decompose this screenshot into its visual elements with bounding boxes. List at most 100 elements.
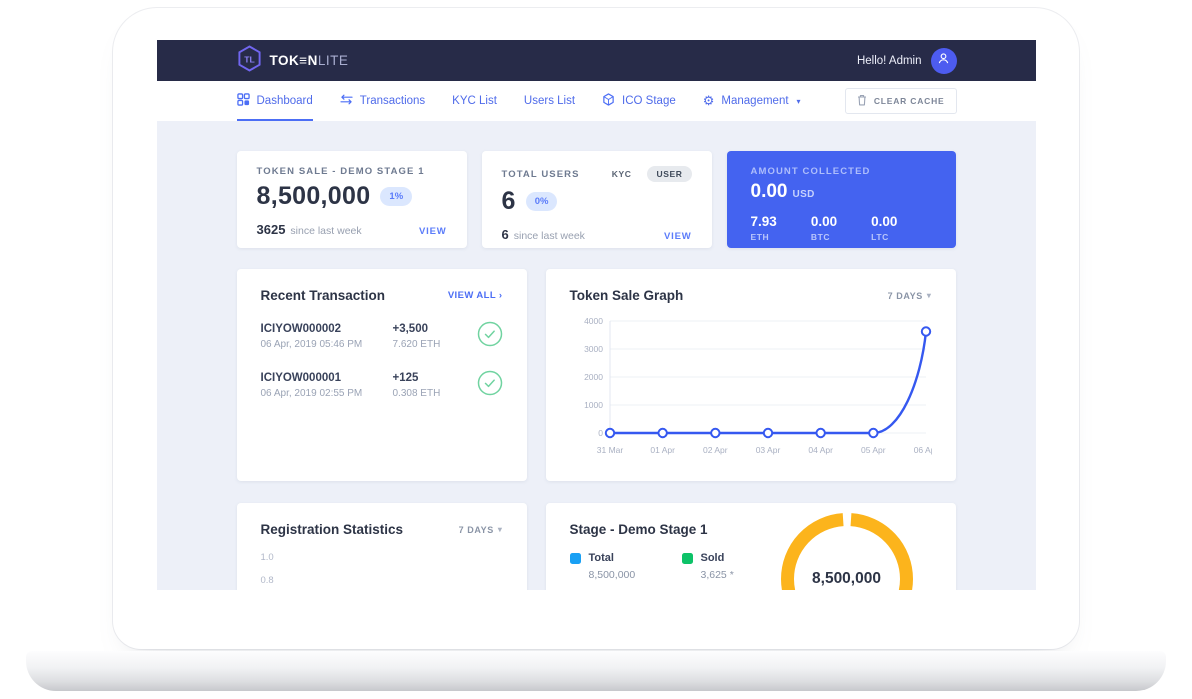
greeting-text: Hello! Admin bbox=[857, 55, 922, 67]
nav-item-kyc-list[interactable]: KYC List bbox=[452, 81, 497, 121]
brand-name-light: LITE bbox=[318, 53, 349, 68]
nav-item-transactions[interactable]: Transactions bbox=[340, 81, 425, 121]
dashboard-content: TOKEN SALE - DEMO STAGE 1 8,500,000 1% 3… bbox=[157, 121, 1036, 590]
token-sale-graph-card: Token Sale Graph 7 DAYS▾ 010002000300040… bbox=[546, 269, 956, 481]
total-users-view-link[interactable]: VIEW bbox=[664, 231, 691, 242]
view-all-link[interactable]: VIEW ALL › bbox=[448, 290, 503, 301]
chevron-down-icon: ▾ bbox=[927, 291, 932, 300]
grid-icon bbox=[237, 93, 250, 109]
check-circle-icon bbox=[477, 321, 503, 352]
svg-text:4000: 4000 bbox=[584, 316, 603, 326]
currency-btc: 0.00 BTC bbox=[811, 214, 871, 242]
amount-collected-value: 0.00 bbox=[751, 181, 788, 203]
nav-label: Management bbox=[721, 95, 788, 107]
nav-item-dashboard[interactable]: Dashboard bbox=[237, 81, 313, 121]
legend-swatch bbox=[682, 553, 693, 564]
legend-swatch bbox=[570, 553, 581, 564]
svg-text:06 Apr: 06 Apr bbox=[913, 445, 931, 455]
chevron-right-icon: › bbox=[499, 290, 503, 301]
bottom-row: Registration Statistics 7 DAYS ▾ 1.00.80.… bbox=[237, 503, 957, 590]
amount-collected-card: AMOUNT COLLECTED 0.00 USD 7.93 ETH0.00 B… bbox=[727, 151, 956, 248]
chevron-down-icon: ▾ bbox=[498, 525, 503, 534]
currency-unit: ETH bbox=[751, 232, 811, 242]
token-sale-title: TOKEN SALE - DEMO STAGE 1 bbox=[257, 166, 425, 177]
currency-unit: LTC bbox=[871, 232, 931, 242]
transaction-date: 06 Apr, 2019 02:55 PM bbox=[261, 388, 393, 399]
nav-label: Dashboard bbox=[257, 95, 313, 107]
registration-statistics-title: Registration Statistics bbox=[261, 522, 404, 537]
transaction-eth: 0.308 ETH bbox=[393, 388, 477, 399]
clear-cache-button[interactable]: CLEAR CACHE bbox=[845, 88, 957, 114]
svg-text:1000: 1000 bbox=[584, 400, 603, 410]
currency-value: 0.00 bbox=[871, 214, 931, 229]
total-users-delta-caption: since last week bbox=[514, 230, 585, 242]
transaction-row: ICIYOW000002 06 Apr, 2019 05:46 PM +3,50… bbox=[261, 321, 503, 352]
svg-text:05 Apr: 05 Apr bbox=[861, 445, 886, 455]
svg-text:31 Mar: 31 Mar bbox=[596, 445, 623, 455]
laptop-mockup: TL TOK≡NLITE Hello! Admin bbox=[113, 8, 1079, 649]
toggle-kyc[interactable]: KYC bbox=[603, 166, 641, 182]
svg-text:03 Apr: 03 Apr bbox=[755, 445, 780, 455]
transaction-id: ICIYOW000002 bbox=[261, 323, 393, 335]
amount-collected-title: AMOUNT COLLECTED bbox=[751, 166, 932, 177]
transaction-date: 06 Apr, 2019 05:46 PM bbox=[261, 339, 393, 350]
transaction-amount: +125 bbox=[393, 372, 477, 384]
amount-collected-unit: USD bbox=[792, 189, 814, 200]
transaction-amount: +3,500 bbox=[393, 323, 477, 335]
user-icon bbox=[937, 52, 950, 70]
brand[interactable]: TL TOK≡NLITE bbox=[237, 45, 349, 77]
cube-icon bbox=[602, 93, 615, 109]
nav-item-management[interactable]: ⚙ Management ▾ bbox=[703, 81, 801, 121]
total-users-title: TOTAL USERS bbox=[502, 169, 580, 180]
y-axis-tick-label: 1.0 bbox=[261, 552, 503, 563]
stage-card: Stage - Demo Stage 1 Total 8,500,000 Sol… bbox=[546, 503, 956, 590]
graph-range-label: 7 DAYS bbox=[888, 291, 923, 301]
nav-item-users-list[interactable]: Users List bbox=[524, 81, 575, 121]
nav-item-ico-stage[interactable]: ICO Stage bbox=[602, 81, 676, 121]
token-sale-line-chart: 0100020003000400031 Mar01 Apr02 Apr03 Ap… bbox=[570, 311, 932, 466]
currency-eth: 7.93 ETH bbox=[751, 214, 811, 242]
token-sale-value: 8,500,000 bbox=[257, 182, 371, 211]
currency-value: 0.00 bbox=[811, 214, 871, 229]
svg-text:04 Apr: 04 Apr bbox=[808, 445, 833, 455]
brand-logo-icon: TL bbox=[237, 45, 262, 77]
total-users-value: 6 bbox=[502, 187, 516, 216]
chevron-down-icon: ▾ bbox=[797, 97, 801, 106]
gauge-value: 8,500,000 bbox=[781, 570, 913, 588]
svg-text:01 Apr: 01 Apr bbox=[650, 445, 675, 455]
transaction-eth: 7.620 ETH bbox=[393, 339, 477, 350]
token-sale-delta: 3625 bbox=[257, 222, 286, 237]
svg-text:TL: TL bbox=[244, 54, 255, 64]
transaction-id: ICIYOW000001 bbox=[261, 372, 393, 384]
registration-range-dropdown[interactable]: 7 DAYS ▾ bbox=[459, 525, 503, 535]
clear-cache-label: CLEAR CACHE bbox=[874, 96, 945, 106]
registration-statistics-card: Registration Statistics 7 DAYS ▾ 1.00.80.… bbox=[237, 503, 527, 590]
brand-name-bold: TOK≡N bbox=[270, 53, 318, 68]
graph-range-dropdown[interactable]: 7 DAYS ▾ bbox=[888, 291, 932, 301]
stage-donut-chart: 8,500,000 TLE bbox=[781, 513, 913, 590]
total-users-delta: 6 bbox=[502, 227, 509, 242]
avatar[interactable] bbox=[931, 48, 957, 74]
currency-value: 7.93 bbox=[751, 214, 811, 229]
registration-chart-y-axis: 1.00.80.6 bbox=[261, 552, 503, 590]
legend-item-total: Total 8,500,000 bbox=[570, 552, 682, 581]
svg-text:3000: 3000 bbox=[584, 344, 603, 354]
toggle-user[interactable]: USER bbox=[647, 166, 691, 182]
token-sale-card: TOKEN SALE - DEMO STAGE 1 8,500,000 1% 3… bbox=[237, 151, 467, 248]
app-screen: TL TOK≡NLITE Hello! Admin bbox=[157, 40, 1036, 590]
token-sale-view-link[interactable]: VIEW bbox=[419, 226, 446, 237]
token-sale-percent-badge: 1% bbox=[380, 187, 412, 206]
token-sale-delta-caption: since last week bbox=[290, 225, 361, 237]
kpi-row: TOKEN SALE - DEMO STAGE 1 8,500,000 1% 3… bbox=[237, 151, 957, 248]
svg-text:02 Apr: 02 Apr bbox=[703, 445, 728, 455]
legend-label: Total bbox=[589, 552, 614, 564]
main-nav: Dashboard Transactions KYC List Users List I… bbox=[157, 81, 1036, 121]
legend-label: Sold bbox=[701, 552, 725, 564]
gear-icon: ⚙ bbox=[703, 94, 715, 108]
total-users-percent-badge: 0% bbox=[526, 192, 558, 211]
laptop-base bbox=[26, 651, 1166, 691]
nav-label: KYC List bbox=[452, 95, 497, 107]
total-users-card: TOTAL USERS KYC USER 6 0% bbox=[482, 151, 712, 248]
page: TL TOK≡NLITE Hello! Admin bbox=[0, 0, 1192, 699]
registration-range-label: 7 DAYS bbox=[459, 525, 494, 535]
